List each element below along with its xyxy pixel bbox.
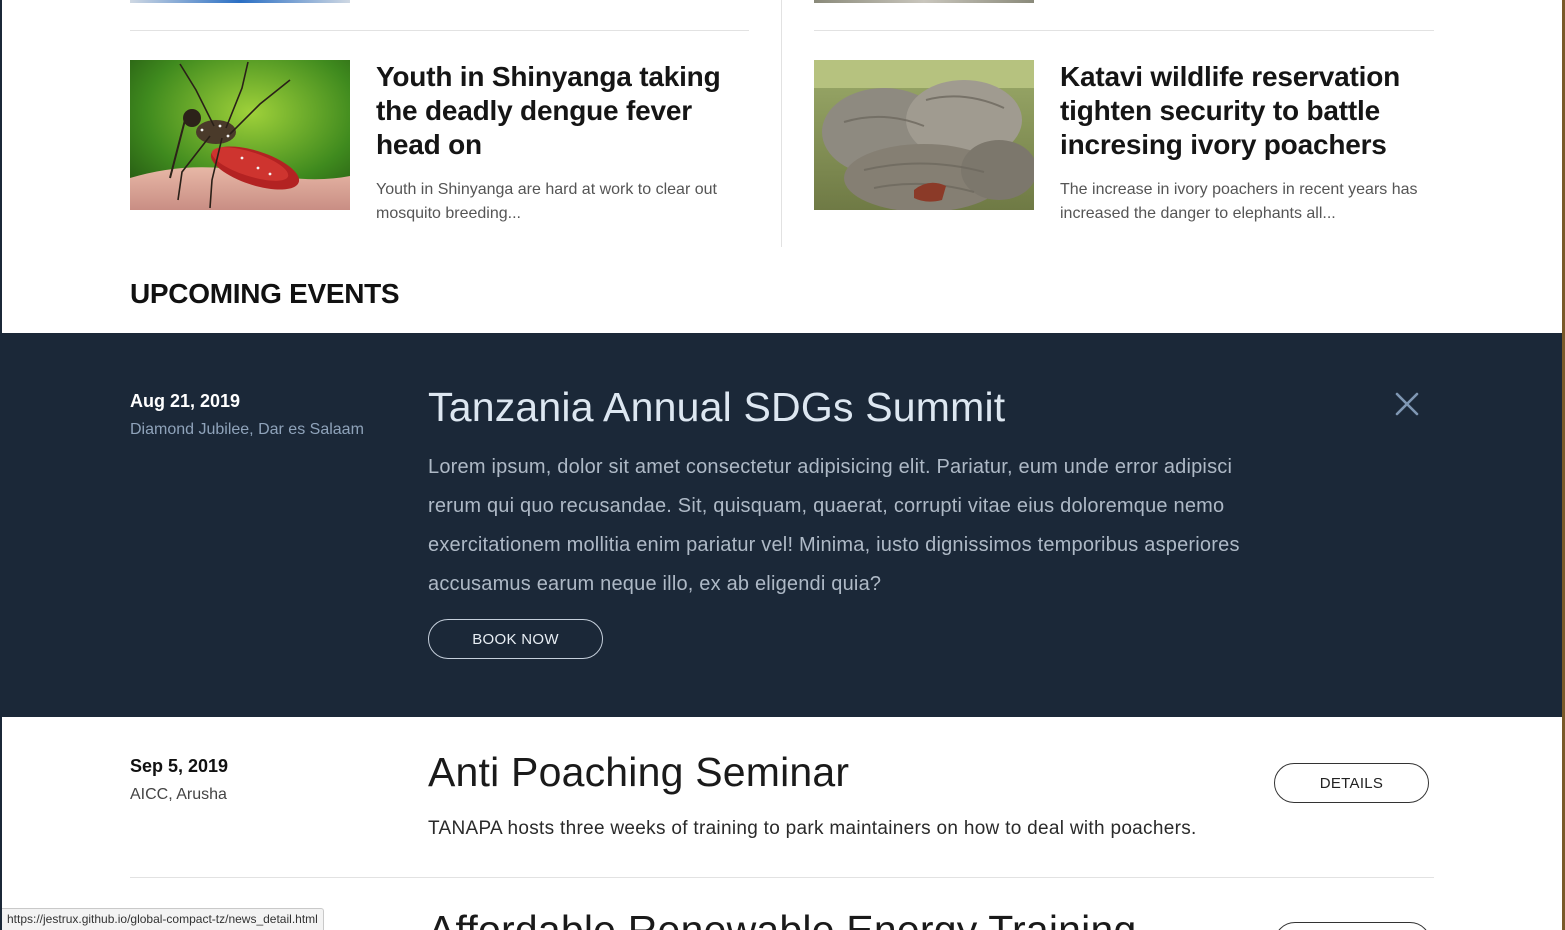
event-meta: Aug 21, 2019 Diamond Jubilee, Dar es Sal… xyxy=(130,389,364,441)
news-image-mosquito[interactable] xyxy=(130,60,350,210)
event-divider-line xyxy=(130,877,1434,878)
details-button[interactable] xyxy=(1274,922,1431,930)
event-venue: AICC, Arusha xyxy=(130,786,227,803)
details-button[interactable]: DETAILS xyxy=(1274,763,1429,803)
event-venue: Diamond Jubilee, Dar es Salaam xyxy=(130,421,364,438)
news-divider-line xyxy=(814,30,1434,31)
event-title[interactable]: Affordable Renewable Energy Training xyxy=(428,902,1136,930)
news-image-elephants[interactable] xyxy=(814,60,1034,210)
event-description: Lorem ipsum, dolor sit amet consectetur … xyxy=(428,456,1240,595)
book-now-button[interactable]: BOOK NOW xyxy=(428,619,603,659)
news-excerpt: Youth in Shinyanga are hard at work to c… xyxy=(376,181,717,222)
event-description: TANAPA hosts three weeks of training to … xyxy=(428,818,1197,839)
event-row[interactable]: Affordable Renewable Energy Training xyxy=(130,880,1434,930)
news-title[interactable]: Katavi wildlife reservation tighten secu… xyxy=(1060,60,1434,162)
news-title[interactable]: Youth in Shinyanga taking the deadly den… xyxy=(376,60,749,162)
close-icon xyxy=(1395,392,1419,416)
news-column-divider xyxy=(781,0,782,247)
close-event-button[interactable] xyxy=(1392,389,1422,419)
event-row[interactable]: Sep 5, 2019 AICC, Arusha Anti Poaching S… xyxy=(130,748,1434,876)
event-card-expanded: Aug 21, 2019 Diamond Jubilee, Dar es Sal… xyxy=(2,333,1562,717)
upcoming-events-heading: UPCOMING EVENTS xyxy=(130,278,400,309)
event-title[interactable]: Anti Poaching Seminar xyxy=(428,744,849,800)
news-excerpt: The increase in ivory poachers in recent… xyxy=(1060,181,1418,222)
mosquito-photo xyxy=(130,60,350,210)
previous-news-thumbnail-left[interactable] xyxy=(130,0,350,3)
elephants-photo xyxy=(814,60,1034,210)
news-divider-line xyxy=(130,30,749,31)
event-date: Aug 21, 2019 xyxy=(130,391,241,411)
previous-news-thumbnail-right[interactable] xyxy=(814,0,1034,3)
event-title: Tanzania Annual SDGs Summit xyxy=(428,384,1006,430)
status-bar-url: https://jestrux.github.io/global-compact… xyxy=(2,908,324,930)
event-date: Sep 5, 2019 xyxy=(130,756,229,776)
event-meta: Sep 5, 2019 AICC, Arusha xyxy=(130,754,228,806)
